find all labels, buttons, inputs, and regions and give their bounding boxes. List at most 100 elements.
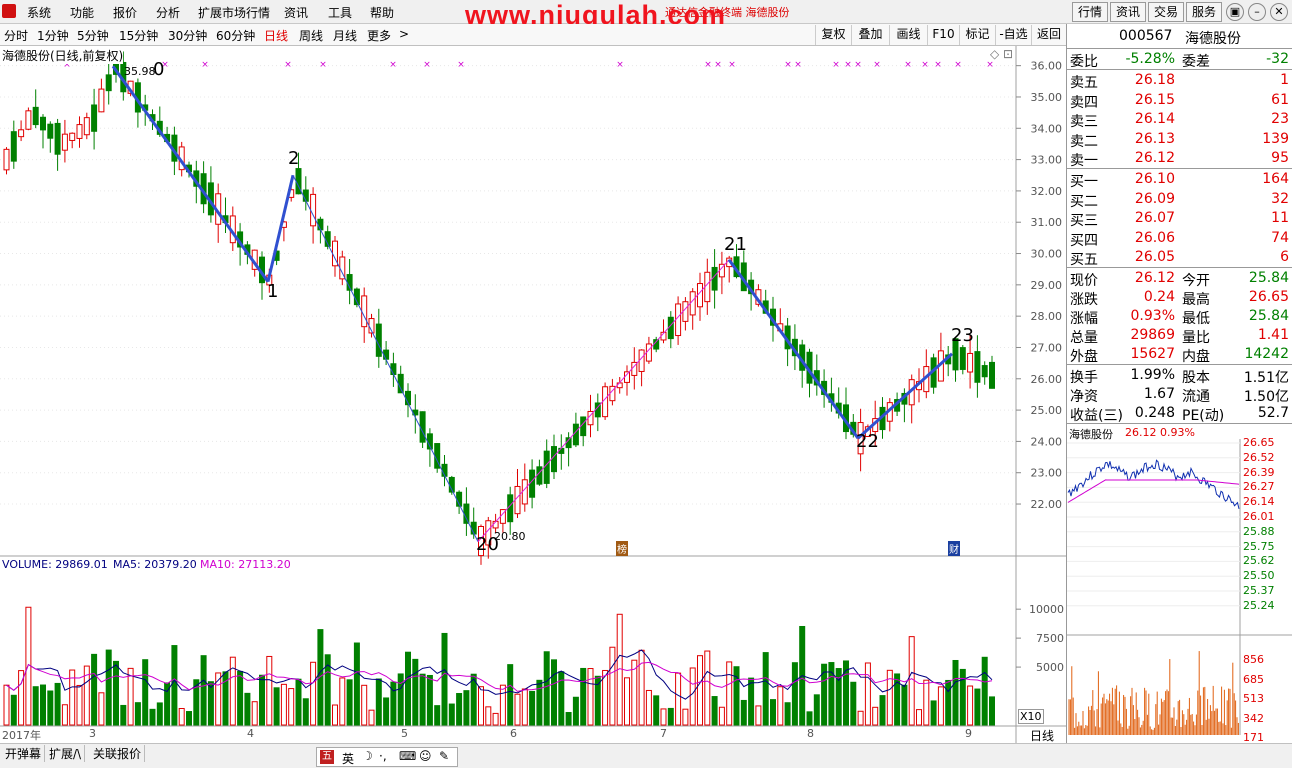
top-button-service[interactable]: 服务 [1186,2,1222,22]
menu-quote[interactable]: 报价 [113,4,137,21]
menu-extended-market[interactable]: 扩展市场行情 [198,4,270,21]
buy-price: 26.10 [1134,171,1175,187]
volume-bar [113,660,119,726]
stat-value: 15627 [1130,346,1175,362]
mini-price-tick: 26.14 [1243,495,1275,509]
fuquan-button[interactable]: 复权 [815,25,851,45]
top-button-quote[interactable]: 行情 [1072,2,1108,22]
event-marker: × [832,60,840,70]
cai-badge[interactable]: 财 [948,541,960,556]
volume-bar [40,684,46,726]
f10-button[interactable]: F10 [927,25,959,45]
menu-tools[interactable]: 工具 [328,4,352,21]
period-weekly[interactable]: 周线 [299,27,323,44]
wave-label-20: 20 [476,534,499,555]
volume-bar [660,708,667,726]
stat-label: 总量 [1070,330,1098,346]
period-monthly[interactable]: 月线 [333,27,357,44]
stat-value: 0.24 [1143,289,1175,305]
period-5min[interactable]: 5分钟 [77,27,109,44]
extend-tab[interactable]: 扩展/\ [46,745,86,762]
menu-analysis[interactable]: 分析 [156,4,180,21]
danmu-toggle[interactable]: 开弹幕 [2,745,46,762]
mini-price-tick: 25.37 [1243,584,1275,597]
ma5-label: MA5: 20379.20 [113,558,197,571]
fund-value: 1.67 [1143,386,1175,402]
candle-body [32,106,39,126]
mini-volume-tick: 513 [1243,692,1264,705]
mini-intraday[interactable]: 海德股份 26.12 0.93% 26.65 26.52 26.39 26.27 26.… [1067,425,1292,744]
ime-logo-icon[interactable]: 五 [320,750,334,764]
stat-value: 25.84 [1248,270,1289,286]
dot-icon[interactable]: ·, [379,749,387,763]
related-quote-tab[interactable]: 关联报价 [90,745,146,762]
chart-title: 海德股份(日线,前复权) [2,47,124,64]
volume-bar [930,700,937,726]
volume-bar [901,684,908,726]
period-daily[interactable]: 日线 [264,27,288,44]
period-30min[interactable]: 30分钟 [168,27,207,44]
volume-bar [587,668,594,726]
volume-bar [478,686,484,726]
menu-help[interactable]: 帮助 [370,4,394,21]
candle-body [105,74,112,92]
volume-bar [76,684,83,726]
back-button[interactable]: 返回 [1031,25,1066,45]
mini-price-tick: 25.88 [1243,524,1275,538]
close-icon[interactable]: ✕ [1270,3,1288,21]
bang-badge[interactable]: 榜 [616,541,628,556]
xaxis-month-9: 9 [965,727,972,740]
menu-function[interactable]: 功能 [70,4,94,21]
volume-bar [310,661,317,726]
price-tick-label: 27.00 [1031,341,1063,354]
wrench-icon[interactable]: ✎ [439,749,449,763]
restore-icon[interactable]: ▣ [1226,3,1244,21]
candle-body [558,447,565,454]
candle-body [667,316,674,340]
candle-body [91,104,98,132]
candle-body [572,423,579,446]
price-tick-label: 23.00 [1031,467,1063,480]
volume-bar [156,702,163,726]
top-button-news[interactable]: 资讯 [1110,2,1146,22]
period-more[interactable]: 更多 [367,27,391,44]
period-15min[interactable]: 15分钟 [119,27,158,44]
chart-area[interactable]: 36.00 35.00 34.00 33.00 32.00 31.00 30.00 29.00… [0,46,1066,743]
event-marker: × [284,60,292,70]
volume-bar [733,666,740,726]
volume-bar [186,711,192,726]
volume-bar [529,690,536,726]
keyboard-icon[interactable]: ⌨ [399,749,416,763]
volume-bar [580,667,587,726]
menu-system[interactable]: 系统 [27,4,51,21]
event-marker: × [934,60,942,70]
minimize-icon[interactable]: – [1248,3,1266,21]
ime-lang[interactable]: 英 [342,750,354,767]
volume-bar [375,678,382,726]
period-60min[interactable]: 60分钟 [216,27,255,44]
remove-favorite-button[interactable]: -自选 [995,25,1031,45]
candle-body [704,271,711,303]
chevron-right-icon[interactable]: > [399,27,409,41]
volume-bar [813,694,820,726]
period-fenshi[interactable]: 分时 [4,27,28,44]
app-logo-icon [2,4,16,18]
candle-body [463,503,470,524]
event-marker: × [921,60,929,70]
period-1min[interactable]: 1分钟 [37,27,69,44]
menu-news[interactable]: 资讯 [284,4,308,21]
overlay-button[interactable]: 叠加 [851,25,889,45]
ime-toolbar[interactable]: 五 英 ☽ ·, ⌨ ☺ ✎ [316,747,458,767]
moon-icon[interactable]: ☽ [362,749,373,763]
candle-body [375,323,382,357]
stock-name: 海德股份 [1185,31,1241,47]
user-icon[interactable]: ☺ [419,749,432,763]
diamond-icon[interactable]: ◇ [990,47,999,61]
volume-bar [346,679,353,726]
event-marker: × [714,60,722,70]
panel-toggle-icon[interactable]: ⊡ [1003,47,1013,61]
top-button-trade[interactable]: 交易 [1148,2,1184,22]
draw-line-button[interactable]: 画线 [889,25,927,45]
mark-button[interactable]: 标记 [959,25,995,45]
kline-chart[interactable]: 36.00 35.00 34.00 33.00 32.00 31.00 30.00 29.00… [0,46,1066,743]
